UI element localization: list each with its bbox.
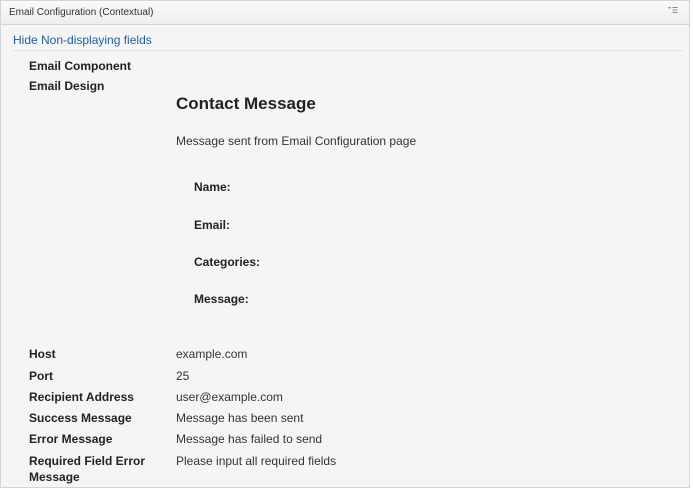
host-label: Host [29,347,56,361]
port-label: Port [29,369,53,383]
dropdown-menu-icon[interactable] [667,5,679,17]
required-field-error-label-line1: Required Field Error [29,454,146,468]
success-message-value: Message has been sent [176,411,304,425]
error-message-label: Error Message [29,432,113,446]
email-field-categories: Categories: [194,255,261,269]
email-field-name: Name: [194,180,231,194]
email-design-label: Email Design [29,79,105,93]
success-message-label: Success Message [29,411,132,425]
panel-header: Email Configuration (Contextual) [1,1,689,25]
email-component-label: Email Component [29,59,132,73]
required-field-error-value: Please input all required fields [176,454,337,468]
email-configuration-panel: Email Configuration (Contextual) Hide No… [0,0,690,488]
email-field-message: Message: [194,292,249,306]
required-field-error-label-line2: Message [29,470,80,484]
email-field-email: Email: [194,218,231,232]
recipient-address-value: user@example.com [176,390,283,404]
host-value: example.com [176,347,248,361]
hide-non-displaying-fields-link[interactable]: Hide Non-displaying fields [13,33,152,47]
email-design-description: Message sent from Email Configuration pa… [176,134,417,148]
panel-title: Email Configuration (Contextual) [9,7,154,18]
recipient-address-label: Recipient Address [29,390,134,404]
error-message-value: Message has failed to send [176,432,323,446]
email-design-title: Contact Message [176,94,316,113]
port-value: 25 [176,369,190,383]
divider [13,50,683,51]
